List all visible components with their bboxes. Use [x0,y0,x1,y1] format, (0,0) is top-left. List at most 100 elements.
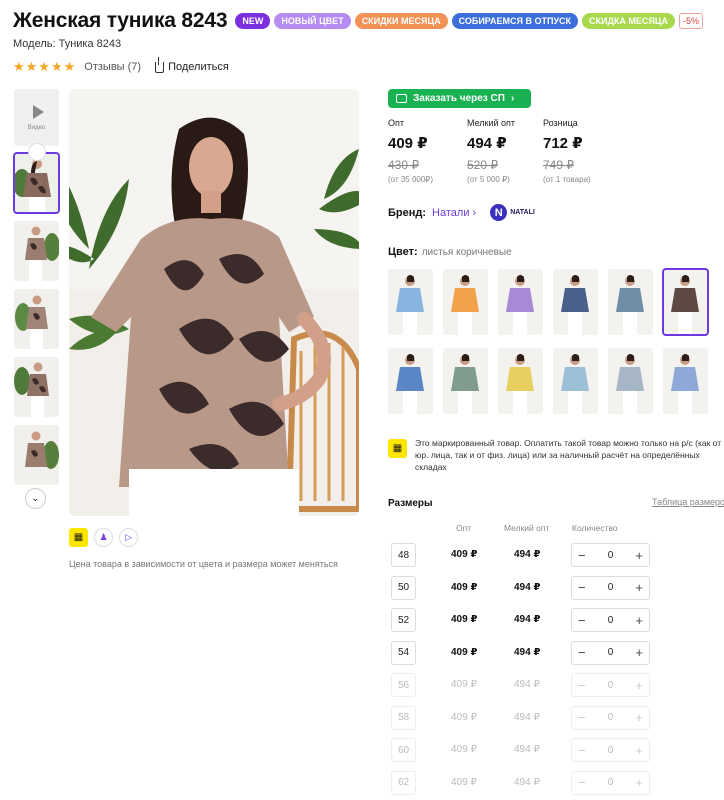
minus-button[interactable]: − [578,710,586,725]
color-swatch[interactable] [663,348,708,414]
size-row: 54 409 ₽ 494 ₽ − 0 + [391,640,651,665]
video-thumbnail[interactable]: Видео [14,89,59,146]
quantity-stepper[interactable]: − 0 + [571,738,650,762]
price-label: Мелкий опт [467,118,516,128]
plus-button[interactable]: + [635,580,643,595]
badge-discount-percent: -5% [678,13,703,29]
size-price-opt: 409 ₽ [451,679,477,690]
brand-logo-icon: N [490,204,508,221]
plus-button[interactable]: + [635,743,643,758]
color-swatch[interactable] [608,348,653,414]
plus-button[interactable]: + [635,645,643,660]
quantity-stepper[interactable]: − 0 + [571,705,650,730]
quantity-value[interactable]: 0 [608,712,614,723]
size-price-small: 494 ₽ [514,614,541,625]
plus-button[interactable]: + [635,678,643,693]
quantity-value[interactable]: 0 [608,550,614,561]
thumbnails-down-button[interactable]: ⌄ [25,488,46,509]
chevron-down-icon: ⌄ [31,493,40,504]
size-price-small: 494 ₽ [514,549,541,560]
size-price-opt: 409 ₽ [451,744,477,755]
thumbnail-2-image [14,221,59,281]
color-swatch[interactable] [498,348,543,414]
color-swatch[interactable] [553,348,598,414]
thumbnail-4[interactable] [14,357,59,417]
size-row: 56 409 ₽ 494 ₽ − 0 + [391,673,651,697]
brand-logo[interactable]: N NATALI [490,204,535,221]
color-label: Цвет: [388,246,418,258]
minus-button[interactable]: − [578,613,586,628]
minus-button[interactable]: − [578,775,586,790]
quantity-stepper[interactable]: − 0 + [571,543,650,567]
quantity-value[interactable]: 0 [608,745,614,756]
price-min: (от 35 000₽) [388,175,434,184]
color-swatch[interactable] [388,269,433,335]
minus-button[interactable]: − [578,645,586,660]
swatch-image [608,348,653,414]
thumbnail-1[interactable] [13,152,60,214]
thumbnail-5[interactable] [14,425,59,485]
color-row: Цвет: листья коричневые [388,246,512,258]
price-min: (от 5 000 ₽) [467,175,510,184]
quantity-value[interactable]: 0 [608,615,614,626]
thumbnails-up-button[interactable] [27,143,46,161]
color-swatch[interactable] [553,269,598,335]
badge-month-discounts: СКИДКИ МЕСЯЦА [354,13,448,29]
badge-new: NEW [235,13,271,29]
color-value: листья коричневые [421,247,512,258]
quantity-value[interactable]: 0 [608,680,614,691]
size-price-small: 494 ₽ [514,646,541,658]
thumbnail-3-image [14,289,59,349]
thumbnail-1-image [14,153,59,213]
share-button[interactable]: Поделиться [155,56,229,73]
minus-button[interactable]: − [578,580,586,595]
video-label: Видео [27,124,46,131]
share-label: Поделиться [168,61,229,73]
thumbnail-2[interactable] [14,221,59,281]
color-swatch[interactable] [443,269,488,335]
title-row: Женская туника 8243 NEW НОВЫЙ ЦВЕТ СКИДК… [13,9,703,33]
color-swatch[interactable] [662,268,709,336]
plus-button[interactable]: + [635,613,643,628]
color-swatch[interactable] [443,348,488,414]
color-swatch[interactable] [498,269,543,335]
quantity-value[interactable]: 0 [608,777,614,788]
size-row: 50 409 ₽ 494 ₽ − 0 + [391,575,651,600]
brand-link[interactable]: Натали › [432,207,476,219]
marked-product-icon[interactable]: ▦ [69,528,88,547]
model-params-icon[interactable]: ♟ [94,528,113,547]
size-table-link[interactable]: Таблица размеров [652,497,724,507]
quantity-value[interactable]: 0 [608,647,614,658]
minus-button[interactable]: − [578,678,586,693]
plus-button[interactable]: + [635,710,643,725]
color-swatch[interactable] [388,348,433,414]
image-tools: ▦ ♟ ▷ [69,528,138,547]
badge-new-color: НОВЫЙ ЦВЕТ [274,13,351,29]
color-swatches [388,268,724,414]
quantity-stepper[interactable]: − 0 + [571,673,650,697]
quantity-stepper[interactable]: − 0 + [571,770,650,795]
price-block: Опт 409 ₽ 430 ₽ (от 35 000₽) Мелкий опт … [388,118,613,184]
size-price-opt: 409 ₽ [451,614,478,625]
quantity-stepper[interactable]: − 0 + [571,608,650,632]
color-swatch[interactable] [608,269,653,335]
plus-button[interactable]: + [635,548,643,563]
plus-button[interactable]: + [635,775,643,790]
minus-button[interactable]: − [578,743,586,758]
minus-button[interactable]: − [578,548,586,563]
quantity-stepper[interactable]: − 0 + [571,575,650,600]
order-sp-button[interactable]: Заказать через СП › [388,89,531,108]
thumbnail-3[interactable] [14,289,59,349]
quantity-stepper[interactable]: − 0 + [571,640,650,665]
price-note: Цена товара в зависимости от цвета и раз… [69,559,338,569]
size-price-opt: 409 ₽ [451,581,478,593]
video-play-icon[interactable]: ▷ [119,528,138,547]
size-row: 52 409 ₽ 494 ₽ − 0 + [391,608,651,632]
price-old: 749 ₽ [543,158,574,172]
main-product-image[interactable] [69,89,359,516]
quantity-value[interactable]: 0 [608,582,614,593]
reviews-link[interactable]: Отзывы (7) [84,61,141,73]
size-price-small: 494 ₽ [514,581,541,593]
swatch-image [663,269,708,335]
size-label: 52 [391,608,416,632]
